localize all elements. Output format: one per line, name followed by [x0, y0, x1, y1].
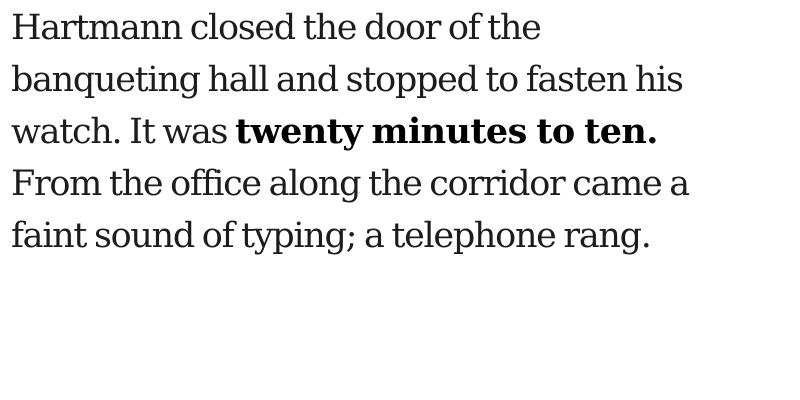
text-line-4: From the office along the corridor came …: [11, 164, 690, 204]
text-line-5: faint sound of typing; a telephone rang.: [11, 216, 652, 256]
text-line-2: banqueting hall and stopped to fasten hi…: [11, 60, 684, 100]
text-line-3-start: watch. It was: [11, 112, 236, 152]
document-page: Hartmann closed the door of the banqueti…: [0, 0, 800, 400]
text-line-1: Hartmann closed the door of the: [11, 8, 542, 48]
text-paragraph: Hartmann closed the door of the banqueti…: [11, 2, 791, 262]
bold-emphasis-text: twenty minutes to ten.: [235, 111, 658, 152]
text-line-3: watch. It was twenty minutes to ten.: [11, 106, 791, 158]
